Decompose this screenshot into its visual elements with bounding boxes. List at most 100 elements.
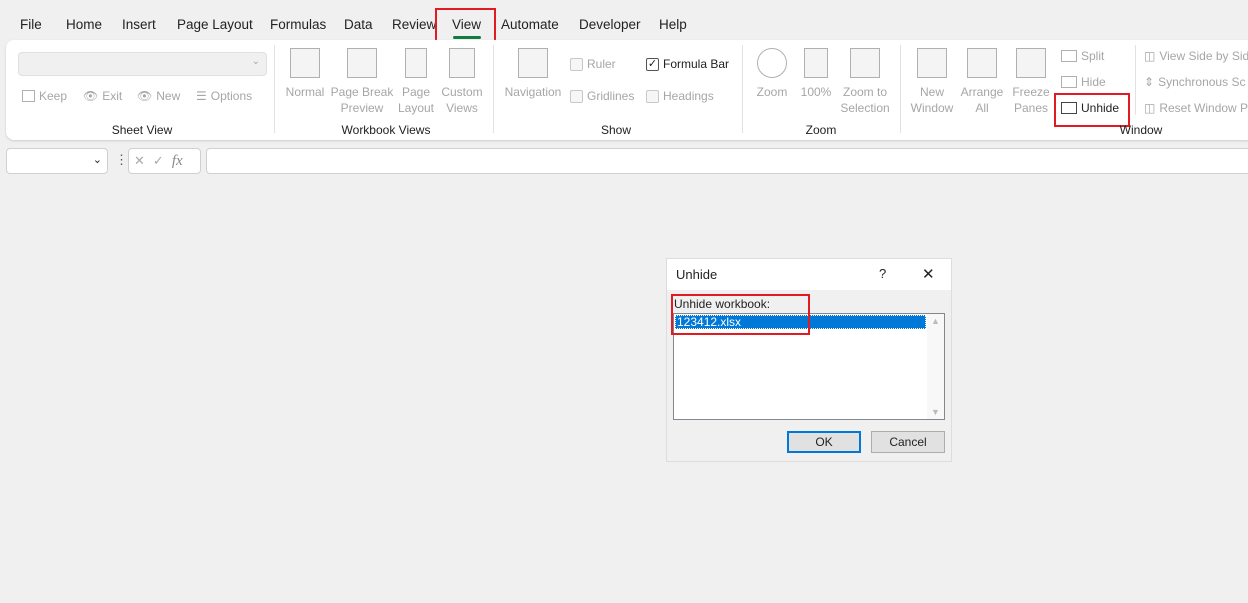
checkbox-icon (570, 57, 583, 71)
group-label-workbook-views: Workbook Views (341, 123, 431, 137)
normal-view-button[interactable]: Normal (282, 48, 328, 100)
more-options-icon[interactable]: ⋮ (115, 152, 128, 168)
divider (274, 45, 275, 133)
page-layout-button[interactable]: Page Layout (394, 48, 438, 116)
navigation-button[interactable]: Navigation (502, 48, 564, 100)
label: Page (401, 85, 431, 99)
zoom-to-selection-button[interactable]: Zoom to Selection (838, 48, 892, 116)
label: Synchronous Sc (1158, 75, 1246, 89)
label: Zoom (756, 85, 788, 99)
tab-automate[interactable]: Automate (501, 17, 559, 32)
divider (900, 45, 901, 133)
tab-insert[interactable]: Insert (122, 17, 156, 32)
cancel-button[interactable]: Cancel (871, 431, 945, 453)
page-break-preview-button[interactable]: Page Break Preview (330, 48, 394, 116)
scroll-down-icon[interactable]: ▼ (931, 407, 940, 417)
label: 100% (800, 85, 832, 99)
hide-icon (1061, 76, 1077, 88)
hide-button[interactable]: Hide (1061, 75, 1106, 89)
close-icon[interactable]: ✕ (922, 265, 935, 283)
reset-window-icon: ◫ (1144, 101, 1156, 115)
tab-file[interactable]: File (20, 17, 42, 32)
new-sheet-view-button[interactable]: 👁 New (137, 89, 180, 103)
name-box[interactable]: ⌄ (6, 148, 108, 174)
normal-label: Normal (285, 85, 325, 99)
view-side-by-side-button[interactable]: ◫ View Side by Sid (1144, 49, 1248, 63)
label: Ruler (587, 57, 616, 71)
new-window-icon (917, 48, 947, 78)
scrollbar[interactable]: ▲ ▼ (927, 314, 944, 419)
tab-review[interactable]: Review (392, 17, 436, 32)
label: Zoom to (842, 85, 887, 99)
side-by-side-icon: ◫ (1144, 49, 1156, 63)
sheet-view-dropdown[interactable]: ⌄ (18, 52, 267, 76)
unhide-dialog: Unhide ? ✕ Unhide workbook: 123412.xlsx … (666, 258, 952, 462)
insert-function-icon[interactable]: fx (172, 153, 183, 170)
options-button[interactable]: ☰ Options (196, 89, 252, 103)
tab-developer[interactable]: Developer (579, 17, 641, 32)
checkbox-icon (570, 89, 583, 103)
keep-label: Keep (39, 89, 68, 103)
dialog-title: Unhide (676, 267, 718, 282)
scroll-up-icon[interactable]: ▲ (931, 316, 940, 326)
label: All (975, 101, 989, 115)
arrange-all-button[interactable]: Arrange All (958, 48, 1006, 116)
grid-icon (290, 48, 320, 78)
cancel-icon[interactable]: ✕ (134, 153, 145, 169)
tab-help[interactable]: Help (659, 17, 687, 32)
freeze-panes-icon (1016, 48, 1046, 78)
group-label-window: Window (1119, 123, 1163, 137)
enter-icon[interactable]: ✓ (153, 153, 164, 169)
zoom-button[interactable]: Zoom (750, 48, 794, 100)
page-icon (405, 48, 427, 78)
ok-button[interactable]: OK (787, 431, 861, 453)
label: Headings (663, 89, 714, 103)
highlight-view-tab (435, 8, 496, 44)
options-label: Options (210, 89, 253, 103)
save-icon (22, 90, 35, 102)
zoom-100-button[interactable]: 100% (796, 48, 836, 100)
new-label: New (156, 89, 181, 103)
custom-views-icon (449, 48, 475, 78)
freeze-panes-button[interactable]: Freeze Panes (1008, 48, 1054, 116)
help-button[interactable]: ? (879, 266, 886, 281)
custom-views-button[interactable]: Custom Views (438, 48, 486, 116)
ruler-checkbox[interactable]: Ruler (570, 57, 616, 71)
label: Hide (1081, 75, 1106, 89)
exit-label: Exit (102, 89, 123, 103)
page-break-icon (347, 48, 377, 78)
formula-input[interactable] (206, 148, 1248, 174)
exit-button[interactable]: 👁 Exit (83, 89, 122, 103)
divider (742, 45, 743, 133)
divider (1135, 45, 1136, 115)
label: Split (1081, 49, 1105, 63)
formula-bar-checkbox[interactable]: ✓ Formula Bar (646, 57, 729, 71)
keep-button[interactable]: Keep (22, 89, 67, 103)
zoom-selection-icon (850, 48, 880, 78)
tab-formulas[interactable]: Formulas (270, 17, 326, 32)
page-100-icon (804, 48, 828, 78)
tab-data[interactable]: Data (344, 17, 373, 32)
split-button[interactable]: Split (1061, 49, 1104, 63)
label: Window (910, 101, 954, 115)
arrange-icon (967, 48, 997, 78)
tab-home[interactable]: Home (66, 17, 102, 32)
group-label-sheet-view: Sheet View (111, 123, 173, 137)
tab-page-layout[interactable]: Page Layout (177, 17, 253, 32)
synchronous-scrolling-button[interactable]: ⇕ Synchronous Sc (1144, 75, 1245, 89)
label: Views (446, 101, 478, 115)
chevron-down-icon: ⌄ (251, 56, 260, 67)
label: Custom (441, 85, 483, 99)
label: Preview (340, 101, 384, 115)
reset-window-position-button[interactable]: ◫ Reset Window P (1144, 101, 1248, 115)
sync-scroll-icon: ⇕ (1144, 75, 1155, 89)
ribbon: ⌄ Keep 👁 Exit 👁 New ☰ Options Sheet View No… (6, 40, 1248, 140)
chevron-down-icon: ⌄ (92, 154, 102, 166)
headings-checkbox[interactable]: Headings (646, 89, 714, 103)
divider (493, 45, 494, 133)
label: Navigation (504, 85, 562, 99)
label: Reset Window P (1159, 101, 1248, 115)
label: Page Break (330, 85, 394, 99)
new-window-button[interactable]: New Window (908, 48, 956, 116)
gridlines-checkbox[interactable]: Gridlines (570, 89, 634, 103)
